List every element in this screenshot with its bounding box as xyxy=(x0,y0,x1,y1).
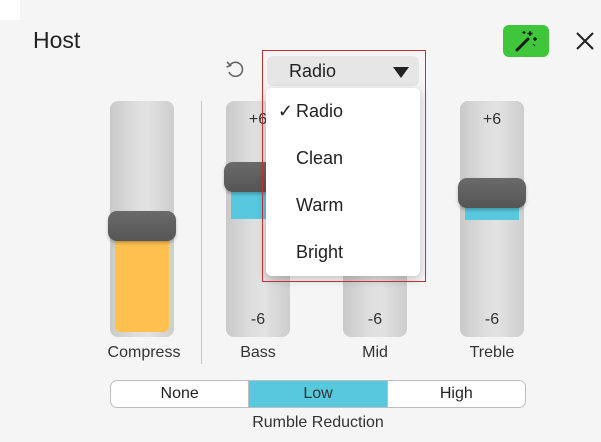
preset-option-bright[interactable]: Bright xyxy=(266,229,420,276)
preset-option-label: Radio xyxy=(296,101,344,121)
rumble-option-none[interactable]: None xyxy=(111,381,250,407)
treble-slider-track[interactable] xyxy=(460,101,524,337)
preset-menu: ✓ Radio Clean Warm Bright xyxy=(266,88,420,276)
triangle-down-icon xyxy=(393,67,409,78)
preset-option-label: Clean xyxy=(296,148,344,168)
compress-label: Compress xyxy=(107,344,181,361)
magic-wand-button[interactable] xyxy=(503,25,549,57)
treble-label: Treble xyxy=(469,344,515,361)
rumble-reduction-label: Rumble Reduction xyxy=(252,414,384,431)
treble-max-label: +6 xyxy=(482,111,502,128)
compress-slider-knob[interactable] xyxy=(108,211,176,241)
panel-title: Host xyxy=(33,27,81,53)
rumble-option-high[interactable]: High xyxy=(388,381,525,407)
reset-icon xyxy=(226,61,244,78)
bass-label: Bass xyxy=(240,344,276,361)
checkmark-icon: ✓ xyxy=(277,101,293,121)
treble-min-label: -6 xyxy=(484,311,500,328)
mid-min-label: -6 xyxy=(367,311,383,328)
host-panel: Host Compress +6 -6 Bass -6 Mid +6 -6 Tr… xyxy=(0,0,601,442)
bass-min-label: -6 xyxy=(250,311,266,328)
section-divider xyxy=(201,101,202,364)
rumble-reduction-control: None Low High xyxy=(110,380,526,408)
window-corner xyxy=(0,0,20,20)
magic-wand-icon xyxy=(515,31,537,52)
rumble-option-low[interactable]: Low xyxy=(249,381,388,407)
close-button[interactable] xyxy=(570,26,600,56)
mid-label: Mid xyxy=(362,344,388,361)
close-icon xyxy=(576,32,594,50)
preset-dropdown[interactable]: Radio xyxy=(267,56,419,86)
preset-option-warm[interactable]: Warm xyxy=(266,182,420,229)
preset-option-radio[interactable]: ✓ Radio xyxy=(266,88,420,135)
reset-button[interactable] xyxy=(224,58,246,80)
compress-level-fill xyxy=(115,236,169,332)
preset-option-label: Warm xyxy=(296,195,344,215)
preset-option-label: Bright xyxy=(296,242,344,262)
preset-selected-value: Radio xyxy=(289,61,337,81)
treble-level-fill xyxy=(465,206,519,220)
treble-slider-knob[interactable] xyxy=(458,178,526,208)
preset-option-clean[interactable]: Clean xyxy=(266,135,420,182)
